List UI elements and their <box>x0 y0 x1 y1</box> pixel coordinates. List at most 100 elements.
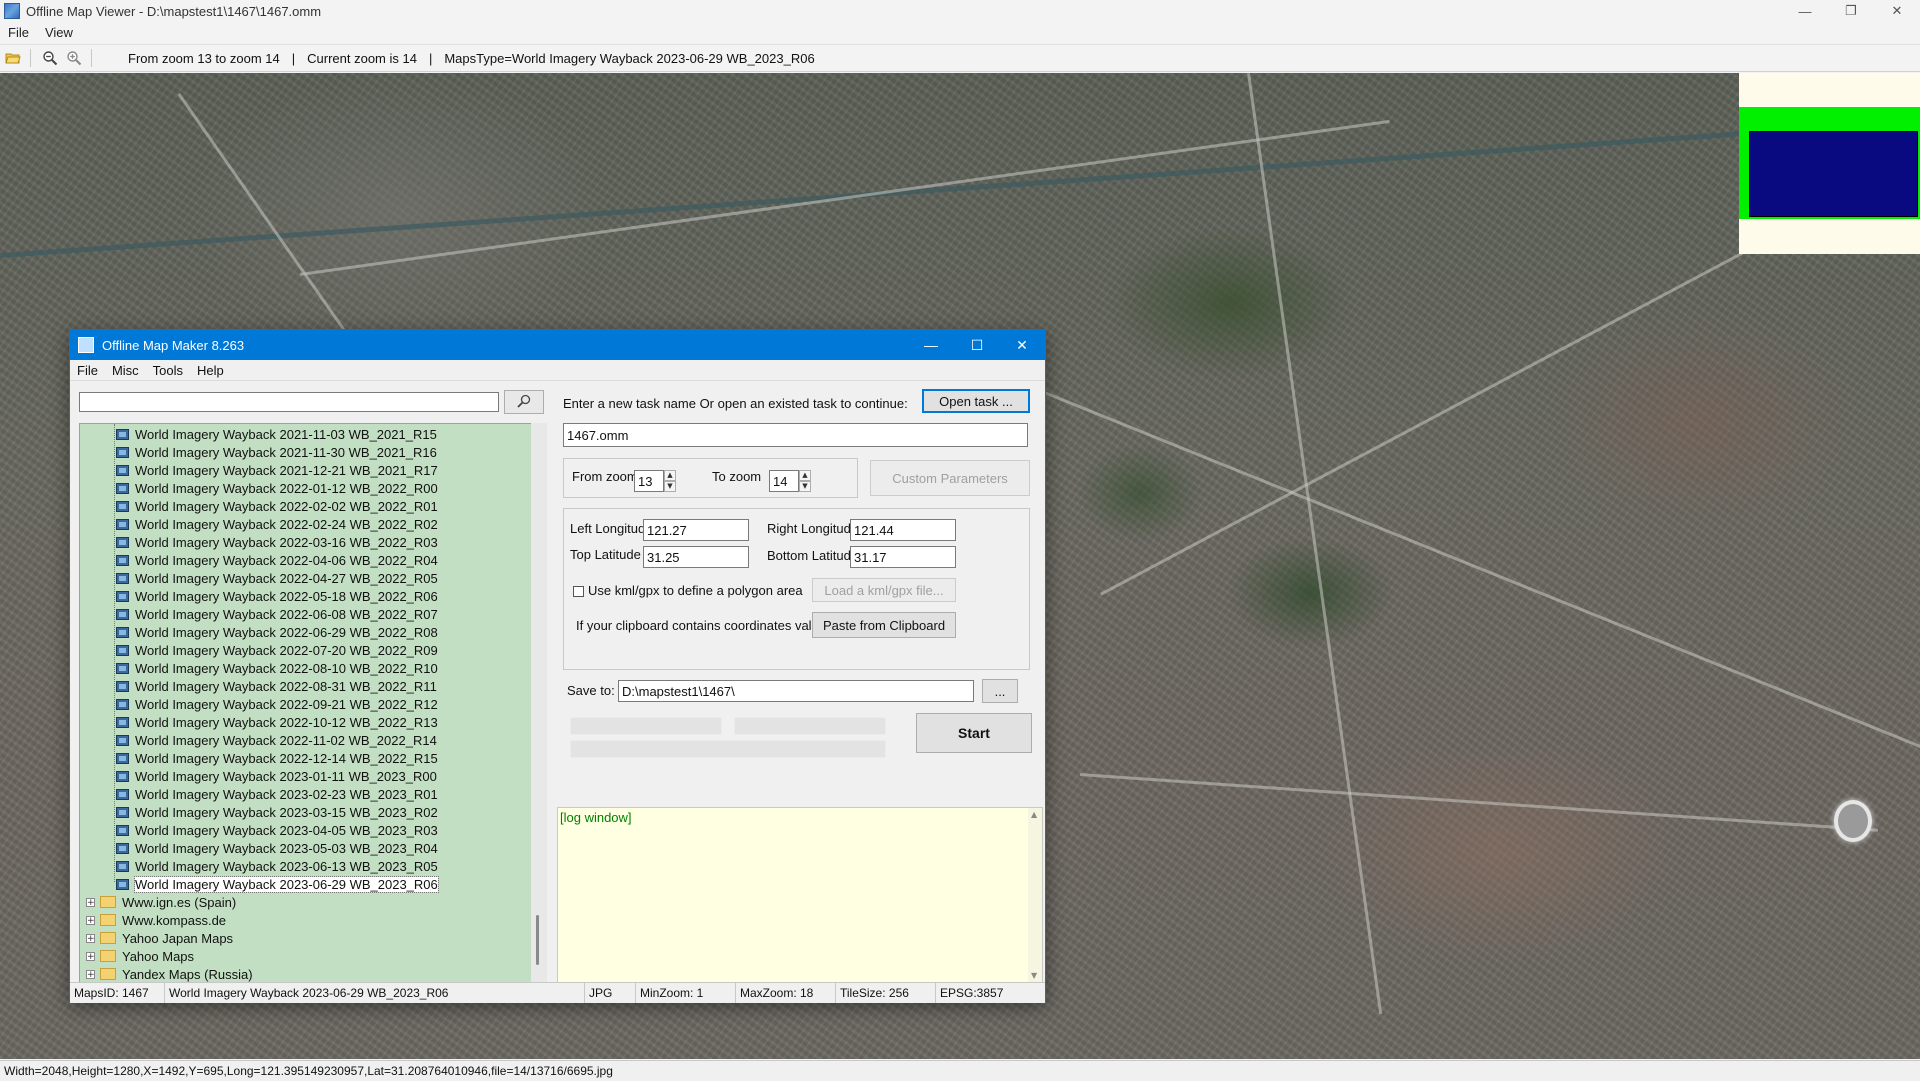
scroll-up-icon[interactable]: ▲ <box>1031 810 1037 819</box>
kml-checkbox[interactable] <box>573 586 584 597</box>
toolbar-separator <box>91 49 92 67</box>
tree-map-item[interactable]: World Imagery Wayback 2022-01-12 WB_2022… <box>116 479 438 497</box>
tree-map-item[interactable]: World Imagery Wayback 2022-06-29 WB_2022… <box>116 623 438 641</box>
map-layer-icon <box>116 446 129 458</box>
open-folder-icon[interactable] <box>2 47 24 69</box>
spin-down-icon[interactable]: ▼ <box>664 481 676 492</box>
tree-scroll-thumb[interactable] <box>536 915 539 965</box>
close-button[interactable]: ✕ <box>1874 0 1920 22</box>
expand-icon[interactable]: + <box>86 969 95 979</box>
dialog-maximize-button[interactable]: ☐ <box>954 330 1000 360</box>
zoom-in-icon[interactable] <box>63 47 85 69</box>
zoom-out-icon[interactable] <box>39 47 61 69</box>
tree-map-item[interactable]: World Imagery Wayback 2022-08-31 WB_2022… <box>116 677 437 695</box>
map-layer-icon <box>116 860 129 872</box>
tree-map-item[interactable]: World Imagery Wayback 2023-06-29 WB_2023… <box>116 875 439 893</box>
expand-icon[interactable]: + <box>86 915 95 925</box>
load-kml-button[interactable]: Load a kml/gpx file... <box>812 578 956 602</box>
overview-minimap[interactable] <box>1739 73 1920 254</box>
expand-icon[interactable]: + <box>86 897 95 907</box>
window-title: Offline Map Viewer - D:\mapstest1\1467\1… <box>26 3 322 19</box>
scroll-down-icon[interactable]: ▼ <box>1031 971 1037 980</box>
top-latitude-input[interactable]: 31.25 <box>643 546 749 568</box>
tree-map-item[interactable]: World Imagery Wayback 2022-05-18 WB_2022… <box>116 587 438 605</box>
tree-map-item[interactable]: World Imagery Wayback 2023-04-05 WB_2023… <box>116 821 438 839</box>
tree-map-item[interactable]: World Imagery Wayback 2022-06-08 WB_2022… <box>116 605 438 623</box>
browse-button[interactable]: ... <box>982 679 1018 703</box>
dialog-menu-help[interactable]: Help <box>190 363 231 378</box>
bottom-latitude-label: Bottom Latitude <box>767 548 859 563</box>
paste-clipboard-button[interactable]: Paste from Clipboard <box>812 612 956 638</box>
tree-map-item[interactable]: World Imagery Wayback 2022-03-16 WB_2022… <box>116 533 438 551</box>
tree-map-item[interactable]: World Imagery Wayback 2022-09-21 WB_2022… <box>116 695 438 713</box>
menu-file[interactable]: File <box>0 25 37 40</box>
custom-parameters-button[interactable]: Custom Parameters <box>870 460 1030 496</box>
expand-icon[interactable]: + <box>86 951 95 961</box>
map-layer-icon <box>116 644 129 656</box>
map-layer-icon <box>116 626 129 638</box>
save-path-field[interactable]: D:\mapstest1\1467\ <box>618 680 974 702</box>
restore-button[interactable]: ❐ <box>1828 0 1874 22</box>
maps-search-input[interactable] <box>79 392 499 412</box>
tree-folder-item[interactable]: + Yahoo Maps <box>80 947 194 965</box>
tree-map-item[interactable]: World Imagery Wayback 2022-12-14 WB_2022… <box>116 749 438 767</box>
menu-view[interactable]: View <box>37 25 81 40</box>
maps-tree[interactable]: World Imagery Wayback 2021-11-03 WB_2021… <box>79 423 547 983</box>
tree-folder-label: Yandex Maps (Russia) <box>122 966 253 982</box>
tree-item-label: World Imagery Wayback 2022-04-27 WB_2022… <box>135 570 438 586</box>
overview-viewport[interactable] <box>1749 131 1918 217</box>
tree-item-label: World Imagery Wayback 2022-06-29 WB_2022… <box>135 624 438 640</box>
to-zoom-spinner[interactable]: ▲ ▼ <box>799 470 811 492</box>
tree-item-label: World Imagery Wayback 2023-05-03 WB_2023… <box>135 840 438 856</box>
dialog-menu-misc[interactable]: Misc <box>105 363 146 378</box>
tree-map-item[interactable]: World Imagery Wayback 2023-03-15 WB_2023… <box>116 803 438 821</box>
tree-map-item[interactable]: World Imagery Wayback 2022-04-27 WB_2022… <box>116 569 438 587</box>
progress-bar-total <box>570 740 886 758</box>
status-maps-id: MapsID: 1467 <box>70 983 165 1003</box>
tree-map-item[interactable]: World Imagery Wayback 2023-06-13 WB_2023… <box>116 857 438 875</box>
spin-down-icon[interactable]: ▼ <box>799 481 811 492</box>
tree-folder-item[interactable]: + Www.kompass.de <box>80 911 226 929</box>
tree-item-label: World Imagery Wayback 2022-04-06 WB_2022… <box>135 552 438 568</box>
tree-scrollbar[interactable] <box>531 423 547 983</box>
map-road <box>300 119 1390 276</box>
tree-map-item[interactable]: World Imagery Wayback 2021-11-03 WB_2021… <box>116 425 437 443</box>
map-layer-icon <box>116 554 129 566</box>
dialog-menu-file[interactable]: File <box>70 363 105 378</box>
tree-map-item[interactable]: World Imagery Wayback 2022-08-10 WB_2022… <box>116 659 438 677</box>
tree-map-item[interactable]: World Imagery Wayback 2022-10-12 WB_2022… <box>116 713 438 731</box>
left-longitude-input[interactable]: 121.27 <box>643 519 749 541</box>
to-zoom-input[interactable]: 14 <box>769 470 799 492</box>
tree-item-label: World Imagery Wayback 2023-04-05 WB_2023… <box>135 822 438 838</box>
dialog-menu-tools[interactable]: Tools <box>146 363 190 378</box>
start-button[interactable]: Start <box>916 713 1032 753</box>
expand-icon[interactable]: + <box>86 933 95 943</box>
dialog-close-button[interactable]: ✕ <box>999 330 1045 360</box>
tree-map-item[interactable]: World Imagery Wayback 2021-12-21 WB_2021… <box>116 461 438 479</box>
minimize-button[interactable]: — <box>1782 0 1828 22</box>
tree-map-item[interactable]: World Imagery Wayback 2022-02-24 WB_2022… <box>116 515 438 533</box>
task-name-field[interactable]: 1467.omm <box>563 423 1028 447</box>
tree-map-item[interactable]: World Imagery Wayback 2022-07-20 WB_2022… <box>116 641 438 659</box>
tree-map-item[interactable]: World Imagery Wayback 2022-11-02 WB_2022… <box>116 731 437 749</box>
tree-map-item[interactable]: World Imagery Wayback 2023-02-23 WB_2023… <box>116 785 438 803</box>
log-scrollbar[interactable]: ▲ ▼ <box>1028 808 1042 982</box>
tree-map-item[interactable]: World Imagery Wayback 2021-11-30 WB_2021… <box>116 443 437 461</box>
search-button[interactable] <box>504 390 544 414</box>
right-longitude-input[interactable]: 121.44 <box>850 519 956 541</box>
spin-up-icon[interactable]: ▲ <box>799 470 811 481</box>
dialog-minimize-button[interactable]: — <box>908 330 954 360</box>
tree-map-item[interactable]: World Imagery Wayback 2023-05-03 WB_2023… <box>116 839 438 857</box>
tree-map-item[interactable]: World Imagery Wayback 2022-04-06 WB_2022… <box>116 551 438 569</box>
log-window[interactable]: [log window] ▲ ▼ <box>557 807 1043 983</box>
from-zoom-input[interactable]: 13 <box>634 470 664 492</box>
tree-folder-item[interactable]: + Www.ign.es (Spain) <box>80 893 236 911</box>
tree-folder-item[interactable]: + Yandex Maps (Russia) <box>80 965 253 982</box>
spin-up-icon[interactable]: ▲ <box>664 470 676 481</box>
from-zoom-spinner[interactable]: ▲ ▼ <box>664 470 676 492</box>
tree-map-item[interactable]: World Imagery Wayback 2023-01-11 WB_2023… <box>116 767 437 785</box>
tree-folder-item[interactable]: + Yahoo Japan Maps <box>80 929 233 947</box>
open-task-button[interactable]: Open task ... <box>922 389 1030 413</box>
bottom-latitude-input[interactable]: 31.17 <box>850 546 956 568</box>
tree-map-item[interactable]: World Imagery Wayback 2022-02-02 WB_2022… <box>116 497 438 515</box>
